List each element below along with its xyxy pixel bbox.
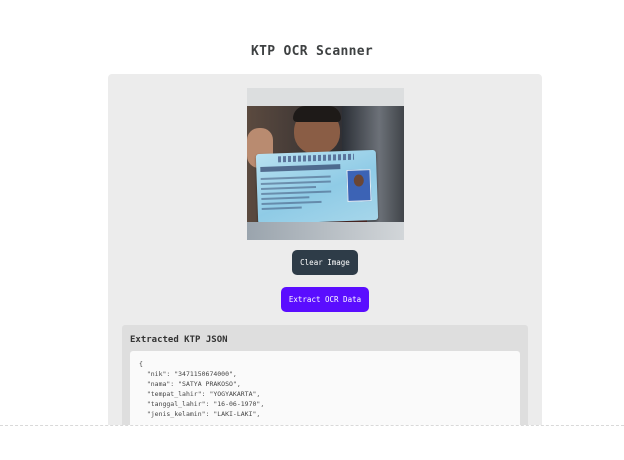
json-output-box[interactable]: { "nik": "3471150674000", "nama": "SATYA…	[130, 351, 520, 430]
ktp-field-line	[261, 200, 322, 205]
json-output-text: { "nik": "3471150674000", "nama": "SATYA…	[139, 360, 265, 418]
extract-ocr-button[interactable]: Extract OCR Data	[281, 287, 369, 312]
ktp-field-line	[261, 190, 332, 195]
ktp-nik-line	[260, 164, 341, 172]
page-bottom-divider	[0, 425, 624, 460]
photo-bottom-strip	[247, 222, 404, 240]
ktp-header-text	[277, 153, 355, 163]
ktp-field-line	[260, 186, 317, 190]
person-hair	[293, 106, 341, 122]
ktp-portrait	[346, 169, 372, 202]
clear-image-button[interactable]: Clear Image	[292, 250, 358, 275]
ktp-field-line	[261, 206, 302, 210]
ktp-field-line	[260, 180, 331, 185]
ktp-field-line	[260, 175, 331, 180]
ktp-field-line	[261, 196, 310, 200]
result-title: Extracted KTP JSON	[130, 335, 228, 345]
page-title: KTP OCR Scanner	[251, 44, 373, 59]
ktp-id-card	[255, 149, 379, 225]
